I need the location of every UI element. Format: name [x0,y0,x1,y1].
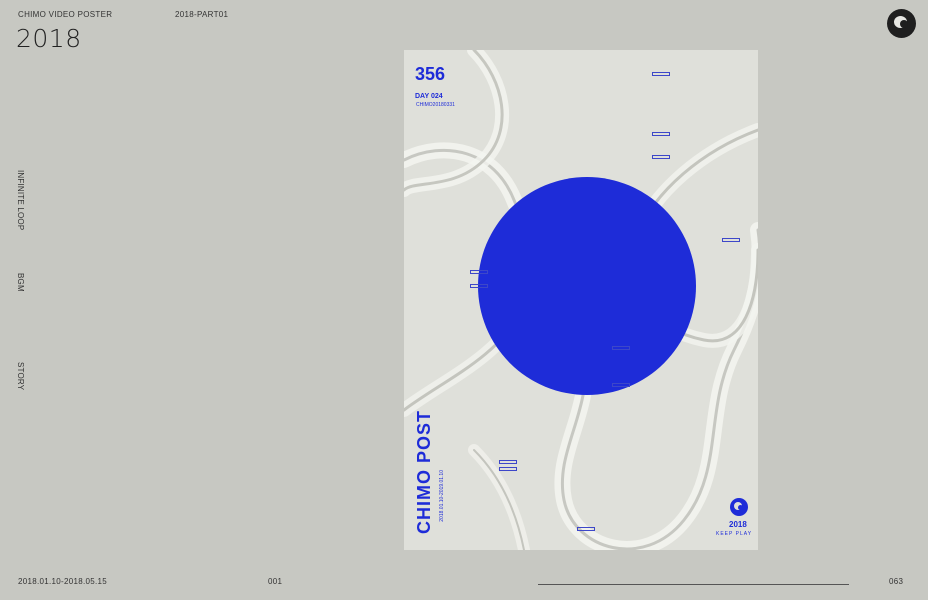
poster-year: 2018 [729,520,747,529]
page-number-right: 063 [889,577,904,586]
decor-rect [470,270,488,274]
poster-number: 356 [415,64,446,84]
decor-rect [499,460,517,464]
poster-code: CHIMO20180331 [416,102,455,108]
decor-rect [652,155,670,159]
brand-title: CHIMO VIDEO POSTER [18,10,113,19]
poster-tagline: KEEP PLAY [716,531,753,537]
footer-dates: 2018.01.10-2018.05.15 [18,577,108,586]
nav-item-story[interactable]: STORY [16,362,25,390]
decor-rect [722,238,740,242]
poster-image: 356 DAY 024 CHIMO20180331 CHIMO POST 201… [404,50,758,550]
chimo-logo-icon[interactable] [887,9,916,38]
decor-rect [652,72,670,76]
decor-rect [499,467,517,471]
decor-rect [470,284,488,288]
poster-logo-icon [730,498,748,516]
nav-item-infinite-loop[interactable]: INFINITE LOOP [16,170,25,230]
part-label: 2018-PART01 [175,10,229,19]
nav-item-bgm[interactable]: BGM [16,273,25,292]
decor-rect [577,527,595,531]
poster-logo-dot [738,505,743,510]
decor-rect [652,132,670,136]
poster-dates: 2018.01.10-2019.01.10 [439,470,445,522]
progress-divider [538,584,849,585]
poster-day: DAY 024 [415,93,443,100]
page-number-left: 001 [268,577,283,586]
page-year: 2018 [16,24,82,53]
logo-dot [900,20,908,28]
decor-rect [612,383,630,387]
blue-circle [478,177,696,395]
poster-title: CHIMO POST [414,410,434,535]
decor-rect [612,346,630,350]
